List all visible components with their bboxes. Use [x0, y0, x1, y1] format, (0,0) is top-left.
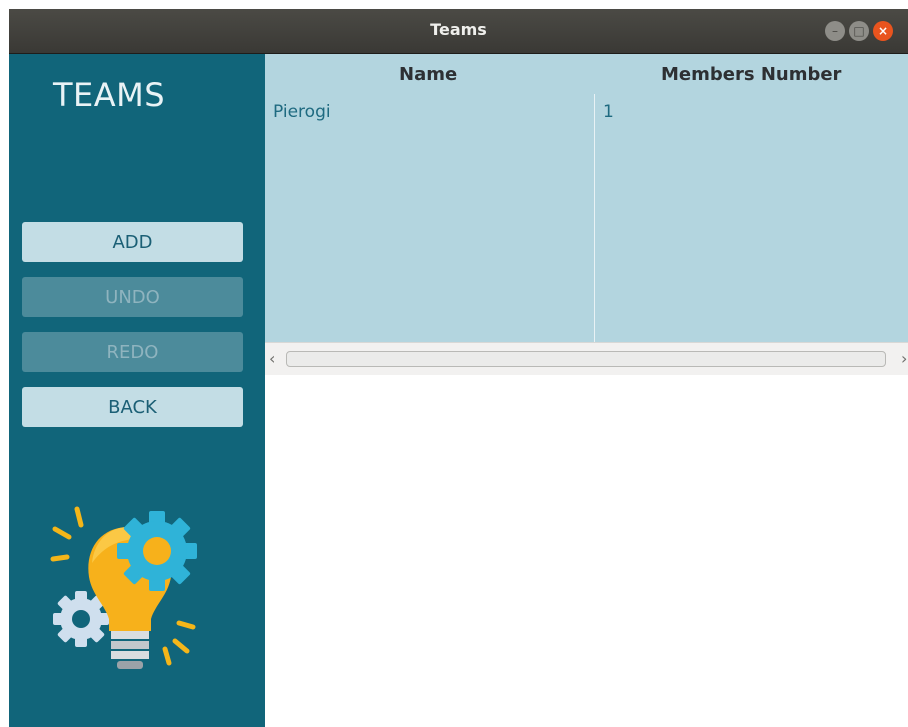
lightbulb-gears-icon: [50, 506, 197, 669]
window-title: Teams: [430, 20, 487, 39]
chevron-left-icon[interactable]: ‹: [269, 349, 275, 368]
close-button[interactable]: ×: [873, 21, 893, 41]
undo-button[interactable]: UNDO: [22, 277, 243, 317]
teams-table[interactable]: Name Members Number Pierogi 1 ‹ ›: [265, 54, 908, 375]
minimize-button[interactable]: –: [825, 21, 845, 41]
redo-button[interactable]: REDO: [22, 332, 243, 372]
teams-window: Teams – □ × TEAMS ADD UNDO REDO BACK Nam…: [9, 9, 908, 727]
column-header-members-number[interactable]: Members Number: [661, 64, 841, 85]
column-header-name[interactable]: Name: [399, 64, 457, 85]
back-button[interactable]: BACK: [22, 387, 243, 427]
add-button[interactable]: ADD: [22, 222, 243, 262]
horizontal-scrollbar[interactable]: ‹ ›: [265, 342, 908, 375]
close-icon: ×: [877, 24, 889, 38]
sidebar-title: TEAMS: [53, 76, 166, 114]
scrollbar-thumb[interactable]: [286, 351, 886, 367]
large-gear: [117, 511, 197, 591]
sidebar: TEAMS ADD UNDO REDO BACK: [9, 54, 265, 727]
column-divider: [594, 94, 595, 342]
table-cell-name[interactable]: Pierogi: [273, 102, 331, 122]
maximize-button[interactable]: □: [849, 21, 869, 41]
chevron-right-icon[interactable]: ›: [901, 349, 907, 368]
minimize-icon: –: [832, 24, 838, 38]
table-cell-members[interactable]: 1: [603, 102, 614, 122]
maximize-icon: □: [853, 24, 865, 38]
title-bar[interactable]: Teams – □ ×: [9, 9, 908, 54]
